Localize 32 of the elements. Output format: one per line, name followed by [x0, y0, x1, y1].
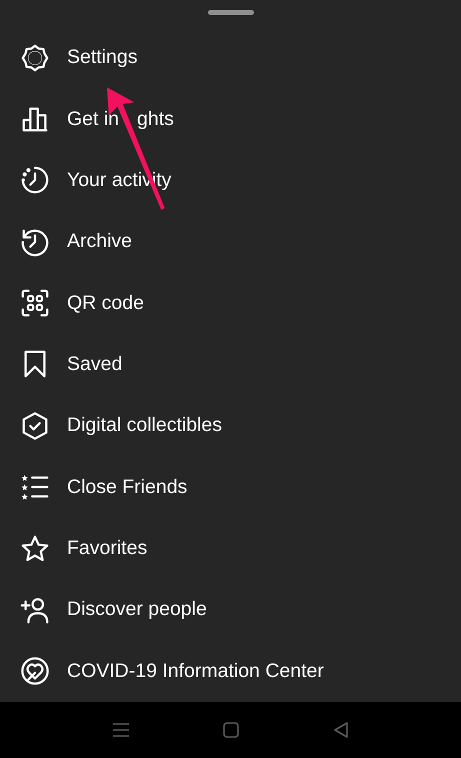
menu-item[interactable]: Archive [0, 211, 461, 272]
menu-label: Settings [67, 46, 138, 70]
menu-label: Digital collectibles [67, 414, 222, 438]
menu-label: Close Friends [67, 476, 188, 499]
star-icon [20, 534, 50, 564]
clock-icon [20, 165, 50, 196]
menu-label: QR code [67, 292, 144, 315]
menu-label: Discover people [67, 598, 207, 622]
list-stars-icon [20, 472, 50, 502]
menu-item[interactable]: Settings [0, 26, 461, 88]
home-icon[interactable] [220, 720, 240, 740]
menu-label: Get in [67, 108, 120, 131]
menu-label: Favorites [67, 537, 148, 560]
menu-label: Archive [67, 230, 132, 254]
menu-item[interactable]: Discover people [0, 579, 461, 641]
menu-icon[interactable] [110, 720, 130, 740]
menu-item[interactable]: Favorites [0, 518, 461, 580]
drag-handle[interactable] [208, 10, 254, 15]
heart-circle-icon [20, 656, 50, 686]
menu-label: Saved [67, 352, 122, 376]
menu-label: COVID-19 Information Center [67, 660, 324, 683]
settings-icon [20, 42, 50, 73]
menu-label: ghts [137, 108, 174, 131]
qr-code-icon [20, 288, 50, 318]
menu-item[interactable]: COVID-19 Information Center [0, 640, 461, 702]
menu-item[interactable]: Close Friends [0, 456, 461, 518]
history-icon [20, 226, 50, 257]
menu-item[interactable]: Get in ghts [0, 88, 461, 150]
menu-item[interactable]: Digital collectibles [0, 395, 461, 456]
menu-item[interactable]: QR code [0, 272, 461, 334]
menu-item[interactable]: Saved [0, 334, 461, 396]
badge-check-icon [20, 410, 50, 441]
